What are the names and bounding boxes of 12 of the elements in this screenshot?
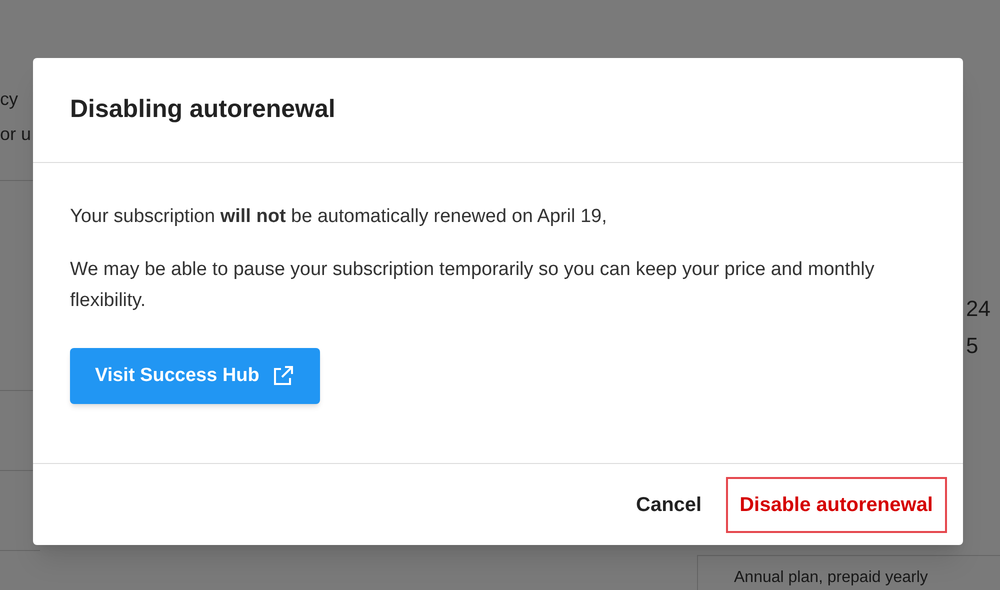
dialog-title: Disabling autorenewal	[70, 94, 336, 126]
background-text: cy	[0, 88, 19, 111]
dialog-message: We may be able to pause your subscription temporarily so you can keep your price and monthly flexibility.	[70, 258, 876, 313]
disable-autorenewal-button[interactable]: Disable autorenewal	[726, 476, 947, 532]
background-text: 5	[966, 332, 980, 360]
external-link-icon	[271, 364, 296, 388]
success-hub-button[interactable]: Visit Success Hub	[70, 348, 320, 404]
cancel-button[interactable]: Cancel	[622, 476, 716, 532]
dialog-message: Your subscription will not be automatically renewed on April 19,	[70, 205, 607, 229]
background-text: or u	[0, 123, 32, 146]
background-text: 24	[966, 295, 990, 323]
plan-text: Annual plan, prepaid yearly	[734, 569, 928, 586]
